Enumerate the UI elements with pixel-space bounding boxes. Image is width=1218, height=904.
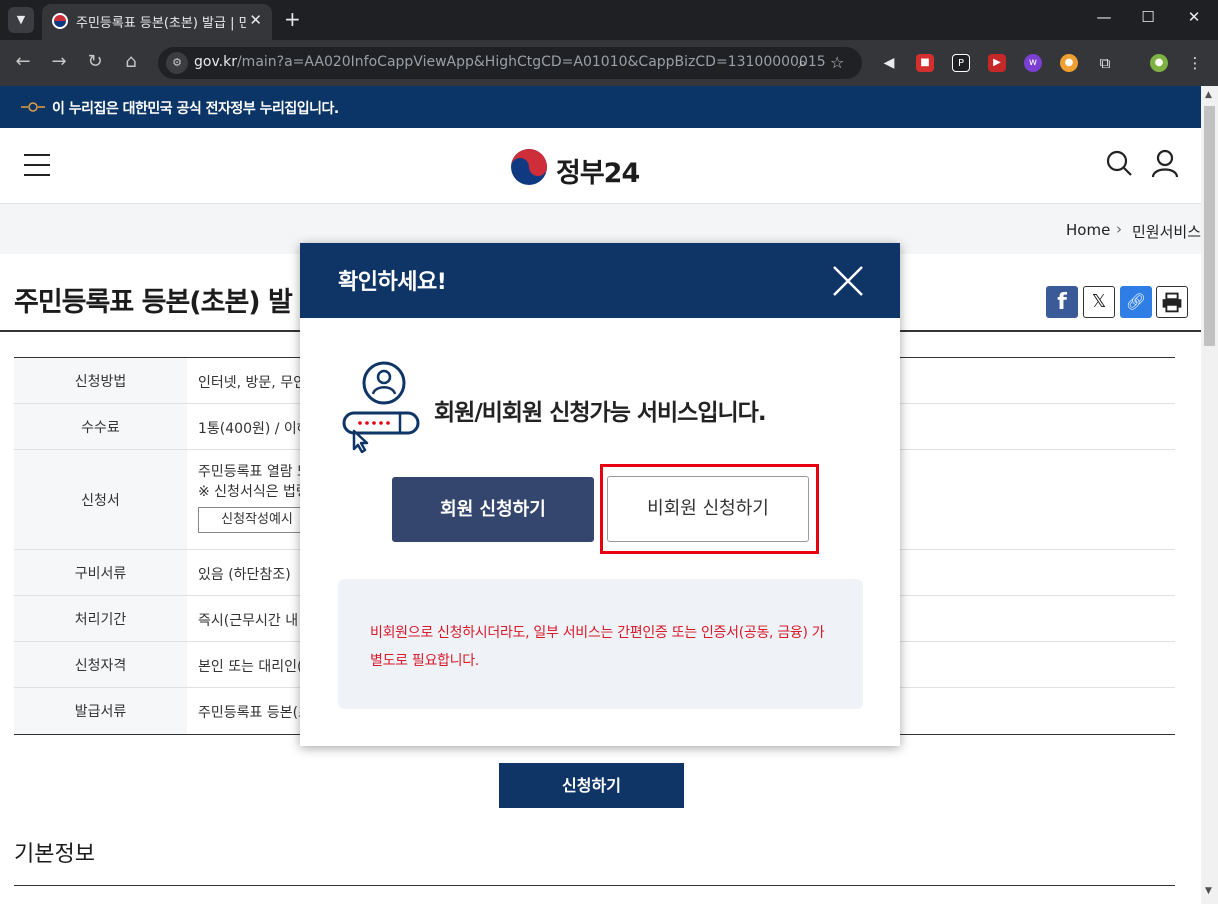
browser-menu-icon[interactable]: ⋮: [1186, 54, 1204, 72]
reload-icon[interactable]: ↻: [84, 51, 106, 73]
home-icon[interactable]: ⌂: [120, 51, 142, 73]
link-copy-icon[interactable]: 🔗︎: [1120, 286, 1152, 318]
member-apply-button[interactable]: 회원 신청하기: [392, 477, 594, 542]
member-login-icon: [342, 361, 420, 453]
x-share-icon[interactable]: 𝕏: [1083, 286, 1115, 318]
row-label: 신청방법: [74, 373, 127, 390]
breadcrumb-current[interactable]: 민원서비스: [1132, 221, 1201, 242]
scroll-up-icon[interactable]: ▲: [1205, 90, 1212, 100]
audio-icon[interactable]: ◀: [880, 54, 898, 72]
page-title: 주민등록표 등본(초본) 발: [14, 287, 293, 318]
logo-text: 정부24: [556, 158, 640, 189]
modal-notice-text: 비회원으로 신청하시더라도, 일부 서비스는 간편인증 또는 인증서(공동, 금…: [370, 625, 825, 669]
extension-media-icon[interactable]: ▶: [988, 54, 1006, 72]
profile-avatar-icon[interactable]: ●: [1150, 54, 1168, 72]
forward-icon[interactable]: →: [48, 51, 70, 73]
browser-toolbar: ← → ↻ ⌂ ⚙ gov.kr/main?a=AA020InfoCappVie…: [0, 40, 1218, 86]
gov24-favicon-icon: [52, 13, 68, 29]
guest-apply-button[interactable]: 비회원 신청하기: [607, 476, 809, 542]
modal-message: 회원/비회원 신청가능 서비스입니다.: [434, 400, 767, 426]
row-value: 주민등록표 열람 또: [198, 464, 310, 480]
site-info-icon[interactable]: ⚙: [166, 52, 188, 74]
section-title-basic-info: 기본정보: [14, 842, 95, 867]
extension-lock-icon[interactable]: ■: [916, 54, 934, 72]
menu-icon[interactable]: [24, 154, 50, 176]
url-text[interactable]: gov.kr/main?a=AA020InfoCappViewApp&HighC…: [194, 54, 826, 70]
browser-tab[interactable]: 주민등록표 등본(초본) 발급 | 민 ✕: [42, 4, 272, 40]
url-path: /main?a=AA020InfoCappViewApp&HighCtgCD=A…: [236, 54, 826, 70]
extensions-puzzle-icon[interactable]: ⧉: [1096, 54, 1114, 72]
back-icon[interactable]: ←: [12, 51, 34, 73]
search-icon[interactable]: [1104, 148, 1134, 178]
gov-mark-icon: [21, 102, 45, 112]
modal-header: 확인하세요!: [300, 243, 900, 318]
maximize-icon[interactable]: ☐: [1138, 8, 1158, 26]
tab-search-button[interactable]: ▼: [8, 7, 34, 33]
gov-banner-text: 이 누리집은 대한민국 공식 전자정부 누리집입니다.: [52, 101, 339, 117]
bookmark-star-icon[interactable]: ☆: [830, 53, 844, 72]
address-bar[interactable]: ⚙ gov.kr/main?a=AA020InfoCappViewApp&Hig…: [158, 47, 862, 79]
print-icon[interactable]: [1156, 286, 1188, 318]
row-label: 구비서류: [74, 565, 127, 582]
zoom-icon[interactable]: ⌕: [798, 53, 807, 73]
modal-title: 확인하세요!: [338, 270, 447, 295]
confirm-modal: 확인하세요! 회원/비회원 신청가능 서비스입니다. 회원 신청하기 비회원 신…: [300, 243, 900, 746]
user-icon[interactable]: [1150, 148, 1180, 178]
row-label: 신청자격: [74, 657, 127, 674]
row-label: 발급서류: [74, 704, 127, 720]
page-scrollbar[interactable]: ▲ ▼: [1201, 86, 1218, 904]
row-label: 수수료: [81, 419, 120, 436]
section-divider: [14, 885, 1175, 886]
row-value: ※ 신청서식은 법령: [198, 484, 309, 500]
window-close-icon[interactable]: ✕: [1184, 8, 1204, 26]
extension-color-icon[interactable]: ●: [1060, 54, 1078, 72]
modal-close-icon[interactable]: [830, 263, 866, 299]
sample-form-button[interactable]: 신청작성예시: [198, 507, 316, 533]
browser-tab-bar: ▼ 주민등록표 등본(초본) 발급 | 민 ✕ + — ☐ ✕: [0, 0, 1218, 40]
row-value: 주민등록표 등본(초: [198, 705, 311, 721]
tab-title: 주민등록표 등본(초본) 발급 | 민: [76, 16, 246, 31]
breadcrumb-home[interactable]: Home: [1066, 221, 1110, 239]
extension-w-icon[interactable]: w: [1024, 54, 1042, 72]
facebook-share-icon[interactable]: f: [1046, 286, 1078, 318]
taegeuk-logo-icon: [511, 149, 547, 185]
new-tab-icon[interactable]: +: [284, 8, 301, 30]
apply-button[interactable]: 신청하기: [499, 763, 684, 808]
minimize-icon[interactable]: —: [1094, 8, 1114, 26]
scroll-down-icon[interactable]: ▼: [1205, 886, 1212, 896]
scroll-thumb[interactable]: [1204, 106, 1215, 346]
tab-close-icon[interactable]: ✕: [249, 11, 262, 29]
url-host: gov.kr: [194, 54, 237, 70]
gov-official-banner: 이 누리집은 대한민국 공식 전자정부 누리집입니다.: [0, 86, 1201, 128]
extension-p-icon[interactable]: P: [952, 54, 970, 72]
row-label: 처리기간: [74, 611, 127, 628]
site-header: 정부24: [0, 128, 1201, 204]
breadcrumb-separator-icon: ›: [1116, 220, 1122, 238]
row-label: 신청서: [81, 492, 120, 509]
modal-notice-box: 비회원으로 신청하시더라도, 일부 서비스는 간편인증 또는 인증서(공동, 금…: [338, 579, 863, 709]
